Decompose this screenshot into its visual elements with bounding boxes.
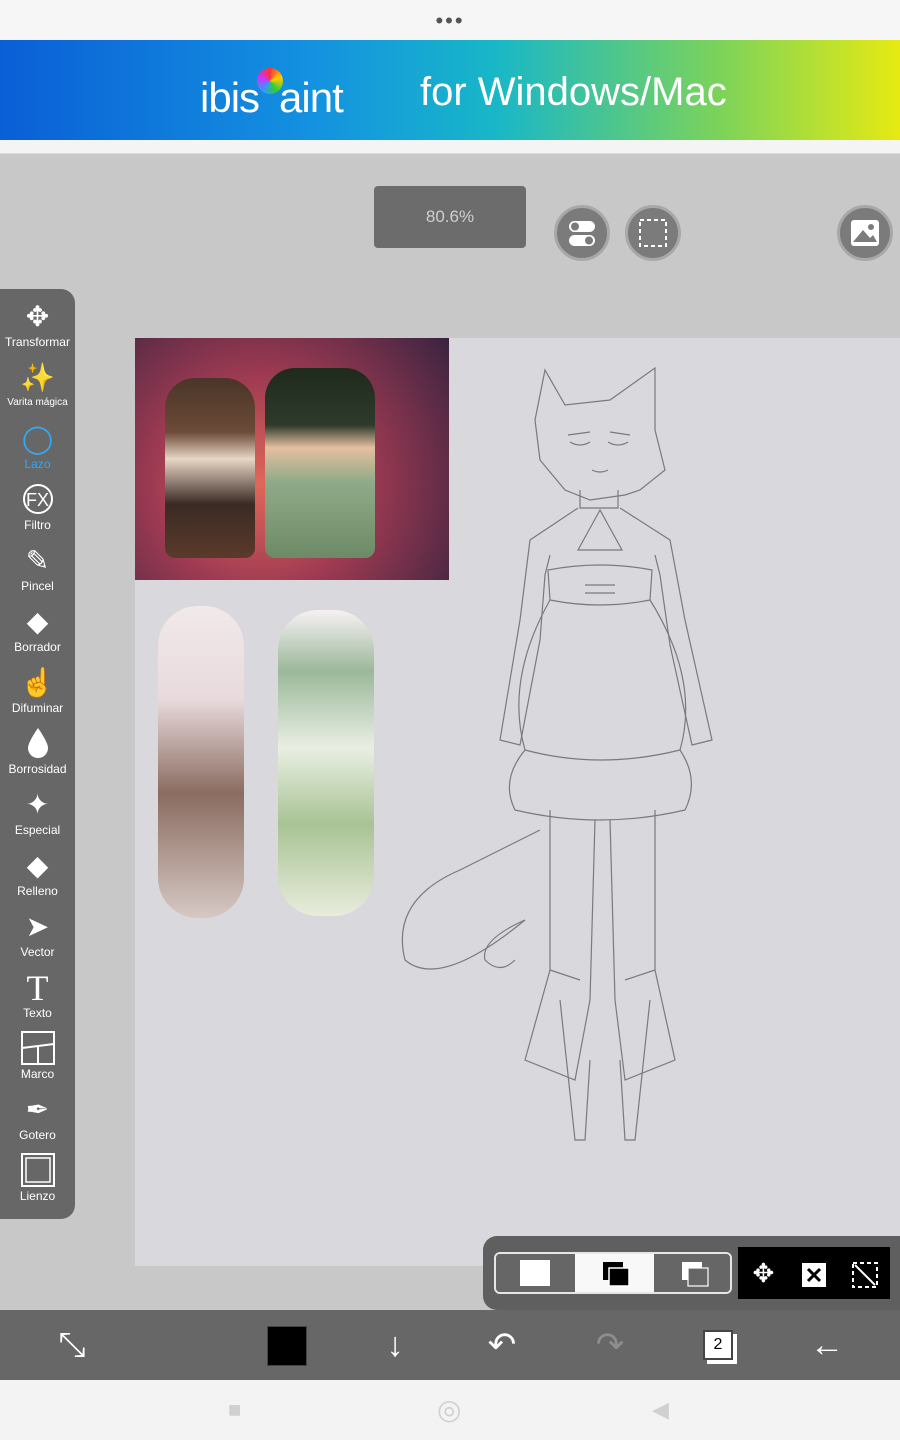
eyedropper-icon: ✒ [25, 1094, 50, 1125]
move-selection-icon[interactable]: ✥ [738, 1247, 789, 1299]
tool-label: Relleno [17, 884, 58, 898]
tool-marco[interactable]: Marco [0, 1031, 75, 1092]
selection-mode-add[interactable] [575, 1254, 654, 1292]
download-arrow-icon[interactable]: ↓ [365, 1310, 425, 1380]
zoom-indicator: 80.6% [374, 186, 526, 248]
selection-icon[interactable] [625, 205, 681, 261]
tool-label: Filtro [24, 518, 51, 532]
tool-label: Difuminar [11, 701, 64, 715]
layers-button[interactable]: 2 [703, 1330, 733, 1360]
tool-relleno[interactable]: ◆ Relleno [0, 848, 75, 909]
home-icon[interactable]: ◎ [437, 1380, 461, 1440]
vector-arrow-icon: ➤ [25, 911, 50, 942]
redo-icon[interactable]: ↷ [580, 1310, 640, 1380]
eraser-icon: ◆ [26, 606, 49, 637]
character-figure-left [165, 378, 255, 558]
tool-label: Varita mágica [7, 397, 68, 408]
magic-wand-icon: ✨ [20, 362, 55, 393]
brush-icon: ✎ [25, 545, 50, 576]
ad-tagline: for Windows/Mac [420, 70, 727, 114]
tool-label: Pincel [21, 579, 54, 593]
staff-image-dark [158, 606, 244, 918]
invert-selection-icon[interactable] [789, 1247, 840, 1299]
tool-label: Gotero [19, 1128, 56, 1142]
tool-label: Especial [14, 823, 61, 837]
lasso-icon: ◯ [21, 423, 54, 454]
back-triangle-icon[interactable]: ◀ [652, 1380, 669, 1440]
tool-transformar[interactable]: ✥ Transformar [0, 299, 75, 360]
tool-options-icon[interactable]: ⤡ [42, 1310, 102, 1380]
tool-label: Vector [20, 945, 55, 959]
blur-drop-icon [0, 726, 75, 762]
character-sketch [401, 366, 713, 1141]
tool-label: Lazo [24, 457, 51, 471]
logo-text-part-1: ibis [200, 74, 260, 121]
smudge-icon: ☝ [20, 667, 55, 698]
current-color-swatch[interactable] [267, 1326, 307, 1366]
tool-borrador[interactable]: ◆ Borrador [0, 604, 75, 665]
more-dots-icon[interactable]: ••• [0, 8, 900, 34]
tool-label: Marco [20, 1067, 55, 1081]
tool-palette: ✥ Transformar ✨ Varita mágica ◯ Lazo FX … [0, 289, 75, 1219]
canvas-icon [0, 1153, 75, 1189]
tool-varita-magica[interactable]: ✨ Varita mágica [0, 360, 75, 421]
ad-divider [0, 140, 900, 154]
selection-action-group: ✥ [738, 1247, 890, 1299]
move-arrows-icon: ✥ [25, 301, 50, 332]
staff-image-green [278, 610, 374, 916]
selection-mode-group [494, 1252, 732, 1294]
bottom-toolbar: ⤡ ↓ ↶ ↷ ← [0, 1310, 900, 1380]
tool-pincel[interactable]: ✎ Pincel [0, 543, 75, 604]
tool-filtro[interactable]: FX Filtro [0, 482, 75, 543]
tool-texto[interactable]: T Texto [0, 970, 75, 1031]
tool-gotero[interactable]: ✒ Gotero [0, 1092, 75, 1153]
ibispaint-logo: ibis aint [200, 68, 344, 122]
fx-icon: FX [0, 482, 75, 518]
tool-lienzo[interactable]: Lienzo [0, 1153, 75, 1214]
selection-mode-subtract[interactable] [654, 1254, 730, 1292]
undo-icon[interactable]: ↶ [472, 1310, 532, 1380]
ad-banner[interactable]: ibis aint for Windows/Mac [0, 40, 900, 154]
recent-apps-icon[interactable]: ■ [228, 1380, 241, 1440]
tool-label: Transformar [5, 335, 70, 349]
back-arrow-icon[interactable]: ← [797, 1310, 857, 1380]
system-nav-bar: ■ ◎ ◀ [0, 1380, 900, 1440]
tool-lazo[interactable]: ◯ Lazo [0, 421, 75, 482]
status-bar: ••• [0, 0, 900, 40]
logo-text-part-2: aint [279, 74, 344, 121]
reference-image-icon[interactable] [837, 205, 893, 261]
selection-mode-new[interactable] [496, 1254, 575, 1292]
tool-especial[interactable]: ✦ Especial [0, 787, 75, 848]
tool-difuminar[interactable]: ☝ Difuminar [0, 665, 75, 726]
tool-label: Borrosidad [8, 762, 67, 776]
tool-borrosidad[interactable]: Borrosidad [0, 726, 75, 787]
frame-icon [0, 1031, 75, 1067]
tool-label: Borrador [14, 640, 61, 654]
tool-label: Lienzo [19, 1189, 56, 1203]
text-icon: T [26, 968, 49, 1008]
tool-vector[interactable]: ➤ Vector [0, 909, 75, 970]
special-pen-icon: ✦ [25, 789, 50, 820]
fill-bucket-icon: ◆ [26, 850, 49, 881]
character-figure-right [265, 368, 375, 558]
clear-selection-icon[interactable] [839, 1247, 890, 1299]
toggle-icon[interactable] [554, 205, 610, 261]
tool-label: Texto [23, 1006, 52, 1020]
